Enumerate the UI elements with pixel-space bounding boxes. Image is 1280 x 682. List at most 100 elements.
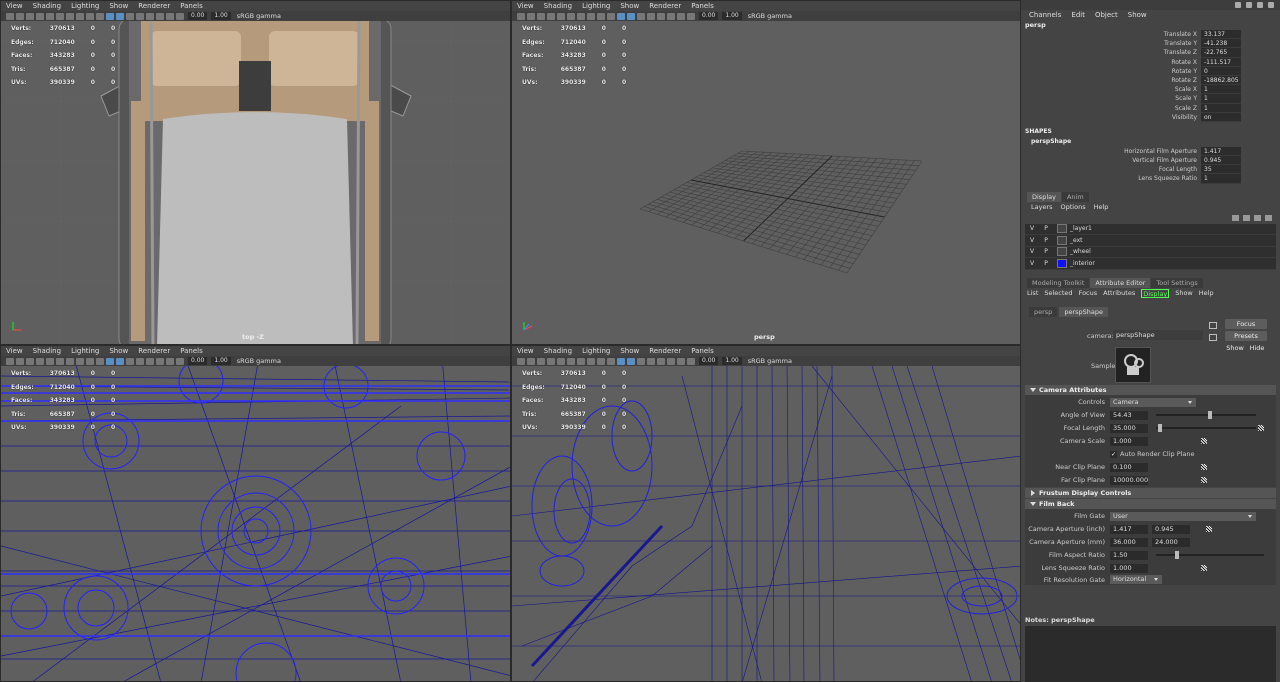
tab-attribute-editor[interactable]: Attribute Editor — [1090, 277, 1151, 288]
menu-lighting[interactable]: Lighting — [71, 1, 99, 11]
channel-row[interactable]: Translate X 33.137 — [1021, 30, 1280, 40]
camera-attributes-header[interactable]: Camera Attributes — [1025, 384, 1276, 395]
channel-value[interactable]: 1 — [1201, 85, 1241, 95]
menu-lighting[interactable]: Lighting — [582, 346, 610, 356]
go-to-input-icon[interactable] — [1209, 321, 1217, 329]
camera-attr-slider[interactable] — [1156, 411, 1256, 420]
slider-handle[interactable] — [1157, 424, 1162, 433]
channel-value[interactable]: 1 — [1201, 94, 1241, 104]
exposure-field[interactable]: 0.00 — [699, 357, 719, 365]
aperture-mm-v-field[interactable]: 24.000 — [1152, 537, 1190, 547]
menu-shading[interactable]: Shading — [544, 1, 572, 11]
menu-lighting[interactable]: Lighting — [582, 1, 610, 11]
layer-visibility-toggle[interactable]: V — [1025, 248, 1039, 255]
layer-color-swatch[interactable] — [1057, 247, 1067, 257]
camera-attr-field[interactable]: 1.000 — [1110, 436, 1148, 446]
far-clip-field[interactable]: 10000.000 — [1110, 475, 1148, 485]
shadows-icon[interactable] — [146, 357, 154, 365]
smooth-shade-icon[interactable] — [627, 12, 635, 20]
menu-display[interactable]: Display — [1141, 288, 1170, 298]
isolate-icon[interactable] — [176, 12, 184, 20]
new-layer-icon[interactable] — [1254, 215, 1261, 222]
shadows-icon[interactable] — [657, 12, 665, 20]
layer-playback-toggle[interactable]: P — [1039, 248, 1053, 255]
gamma-field[interactable]: 1.00 — [211, 12, 231, 20]
slider-handle[interactable] — [1174, 551, 1179, 560]
auto-render-clip-checkbox[interactable]: ✓ — [1110, 450, 1117, 458]
map-button-icon[interactable] — [1201, 464, 1207, 471]
hide-button[interactable]: Hide — [1247, 342, 1267, 353]
close-icon[interactable] — [1268, 2, 1274, 8]
gate-mask-icon[interactable] — [76, 357, 84, 365]
channel-row[interactable]: Scale Z 1 — [1021, 103, 1280, 113]
go-to-output-icon[interactable] — [1209, 333, 1217, 341]
channel-box-icon[interactable] — [1235, 2, 1241, 8]
menu-show[interactable]: Show — [109, 346, 128, 356]
channel-value[interactable]: -22.765 — [1201, 48, 1241, 58]
film-gate-icon[interactable] — [56, 357, 64, 365]
camera-attr-field[interactable]: 54.43 — [1110, 410, 1148, 420]
menu-edit[interactable]: Edit — [1071, 10, 1085, 21]
channel-value[interactable]: on — [1201, 112, 1241, 122]
menu-list[interactable]: List — [1027, 288, 1038, 299]
move-layer-up-icon[interactable] — [1232, 215, 1239, 222]
channel-row[interactable]: Rotate X -111.517 — [1021, 57, 1280, 67]
ao-icon[interactable] — [156, 12, 164, 20]
shadows-icon[interactable] — [146, 12, 154, 20]
aspect-slider[interactable] — [1156, 551, 1264, 560]
channel-row[interactable]: Rotate Y 0 — [1021, 66, 1280, 76]
menu-help[interactable]: Help — [1094, 202, 1109, 213]
layer-playback-toggle[interactable]: P — [1039, 237, 1053, 244]
menu-help[interactable]: Help — [1199, 288, 1214, 299]
isolate-icon[interactable] — [687, 12, 695, 20]
tab-display[interactable]: Display — [1027, 191, 1061, 202]
channel-value[interactable]: 1.417 — [1201, 146, 1241, 157]
grid-icon[interactable] — [46, 357, 54, 365]
tab-node-perspshape[interactable]: perspShape — [1059, 306, 1108, 317]
menu-shading[interactable]: Shading — [33, 346, 61, 356]
lock-icon[interactable] — [16, 12, 24, 20]
image-plane-icon[interactable] — [547, 357, 555, 365]
layer-row[interactable]: V P _wheel — [1025, 246, 1276, 259]
aperture-inch-h-field[interactable]: 1.417 — [1110, 524, 1148, 534]
smooth-shade-icon[interactable] — [116, 357, 124, 365]
resolution-gate-icon[interactable] — [577, 357, 585, 365]
layer-row[interactable]: V P _ext — [1025, 235, 1276, 247]
menu-panels[interactable]: Panels — [180, 346, 203, 356]
channel-value[interactable]: 0.945 — [1201, 156, 1241, 166]
textured-icon[interactable] — [126, 357, 134, 365]
layer-row[interactable]: V P _interior — [1025, 258, 1276, 270]
xray-icon[interactable] — [677, 357, 685, 365]
menu-view[interactable]: View — [517, 346, 534, 356]
channel-value[interactable]: 33.137 — [1201, 30, 1241, 40]
wireframe-icon[interactable] — [617, 357, 625, 365]
aperture-inch-v-field[interactable]: 0.945 — [1152, 524, 1190, 534]
menu-shading[interactable]: Shading — [33, 1, 61, 11]
film-gate-icon[interactable] — [567, 357, 575, 365]
ao-icon[interactable] — [667, 357, 675, 365]
menu-shading[interactable]: Shading — [544, 346, 572, 356]
channel-row[interactable]: Rotate Z -18862.805 — [1021, 75, 1280, 86]
menu-show[interactable]: Show — [1175, 288, 1193, 299]
resolution-gate-icon[interactable] — [66, 357, 74, 365]
lights-icon[interactable] — [136, 12, 144, 20]
shadows-icon[interactable] — [657, 357, 665, 365]
image-plane-icon[interactable] — [36, 357, 44, 365]
camera-attr-slider[interactable] — [1156, 424, 1256, 433]
tab-modeling-toolkit[interactable]: Modeling Toolkit — [1027, 277, 1090, 288]
channel-value[interactable]: 1 — [1201, 174, 1241, 184]
channel-value[interactable]: 35 — [1201, 165, 1241, 175]
channel-row[interactable]: Focal Length 35 — [1021, 165, 1280, 175]
menu-selected[interactable]: Selected — [1044, 288, 1072, 299]
viewport-persp[interactable]: View Shading Lighting Show Renderer Pane… — [511, 0, 1021, 345]
focus-button[interactable]: Focus — [1225, 318, 1267, 329]
menu-show[interactable]: Show — [620, 346, 639, 356]
channel-value[interactable]: -41.238 — [1201, 39, 1241, 49]
film-gate-icon[interactable] — [567, 12, 575, 20]
menu-object[interactable]: Object — [1095, 10, 1118, 21]
safe-action-icon[interactable] — [96, 12, 104, 20]
layer-color-swatch[interactable] — [1057, 258, 1067, 268]
safe-action-icon[interactable] — [607, 357, 615, 365]
menu-panels[interactable]: Panels — [691, 1, 714, 11]
map-button-icon[interactable] — [1258, 425, 1264, 432]
